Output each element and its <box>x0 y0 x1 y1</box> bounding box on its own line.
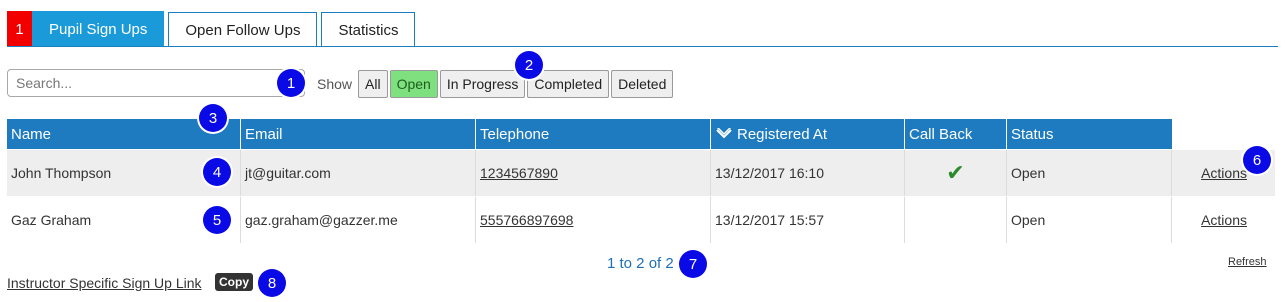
filter-open-button[interactable]: Open <box>389 70 438 98</box>
cell-call-back: ✔ <box>905 150 1007 196</box>
annotation-badge: 6 <box>1243 146 1271 174</box>
cell-status: Open <box>1007 150 1172 196</box>
column-header-call-back[interactable]: Call Back <box>905 119 1007 149</box>
annotation-badge: 5 <box>203 206 231 234</box>
checkmark-icon: ✔ <box>946 160 965 185</box>
tab-open-follow-ups[interactable]: Open Follow Ups <box>168 12 318 47</box>
filter-in-progress-button[interactable]: In Progress <box>439 70 526 98</box>
column-header-email[interactable]: Email <box>241 119 476 149</box>
cell-registered-at: 13/12/2017 16:10 <box>711 150 905 196</box>
column-header-telephone[interactable]: Telephone <box>476 119 711 149</box>
search-input[interactable] <box>7 69 305 97</box>
tab-bar: 1 Pupil Sign Ups Open Follow Ups Statist… <box>7 11 419 47</box>
actions-link[interactable]: Actions <box>1201 165 1247 181</box>
tab-pupil-sign-ups[interactable]: Pupil Sign Ups <box>32 11 165 47</box>
tab-statistics[interactable]: Statistics <box>321 12 416 47</box>
table-row: John Thompson jt@guitar.com 1234567890 1… <box>7 150 1275 196</box>
telephone-link[interactable]: 1234567890 <box>480 165 558 181</box>
annotation-badge: 3 <box>199 104 227 132</box>
cell-telephone: 555766897698 <box>476 197 711 243</box>
tab-count-marker: 1 <box>7 11 32 47</box>
filter-completed-button[interactable]: Completed <box>527 70 610 98</box>
column-header-registered-at[interactable]: Registered At <box>711 119 905 149</box>
cell-email: gaz.graham@gazzer.me <box>241 197 476 243</box>
annotation-badge: 1 <box>277 69 305 97</box>
column-header-status[interactable]: Status <box>1007 119 1172 149</box>
table-row: Gaz Graham gaz.graham@gazzer.me 55576689… <box>7 197 1275 243</box>
table-header: Name Email Telephone Registered At Call … <box>7 119 1172 149</box>
cell-registered-at: 13/12/2017 15:57 <box>711 197 905 243</box>
cell-actions: Actions <box>1172 197 1275 243</box>
annotation-badge: 7 <box>679 250 707 278</box>
status-filter-group: All Open In Progress Completed Deleted <box>358 70 675 98</box>
cell-call-back <box>905 197 1007 243</box>
show-label: Show <box>317 76 353 92</box>
instructor-sign-up-link[interactable]: Instructor Specific Sign Up Link <box>7 275 202 291</box>
annotation-badge: 8 <box>258 269 286 297</box>
filter-deleted-button[interactable]: Deleted <box>611 70 674 98</box>
cell-telephone: 1234567890 <box>476 150 711 196</box>
chevron-down-icon <box>716 128 732 139</box>
pagination-info[interactable]: 1 to 2 of 2 <box>607 255 674 272</box>
refresh-link[interactable]: Refresh <box>1228 256 1267 268</box>
cell-status: Open <box>1007 197 1172 243</box>
column-header-registered-at-label: Registered At <box>737 125 828 143</box>
annotation-badge: 2 <box>515 51 543 79</box>
telephone-link[interactable]: 555766897698 <box>480 212 573 228</box>
filter-all-button[interactable]: All <box>358 70 388 98</box>
actions-link[interactable]: Actions <box>1201 212 1247 228</box>
tab-underline <box>7 46 1278 47</box>
copy-button[interactable]: Copy <box>215 273 253 291</box>
annotation-badge: 4 <box>203 158 231 186</box>
cell-email: jt@guitar.com <box>241 150 476 196</box>
